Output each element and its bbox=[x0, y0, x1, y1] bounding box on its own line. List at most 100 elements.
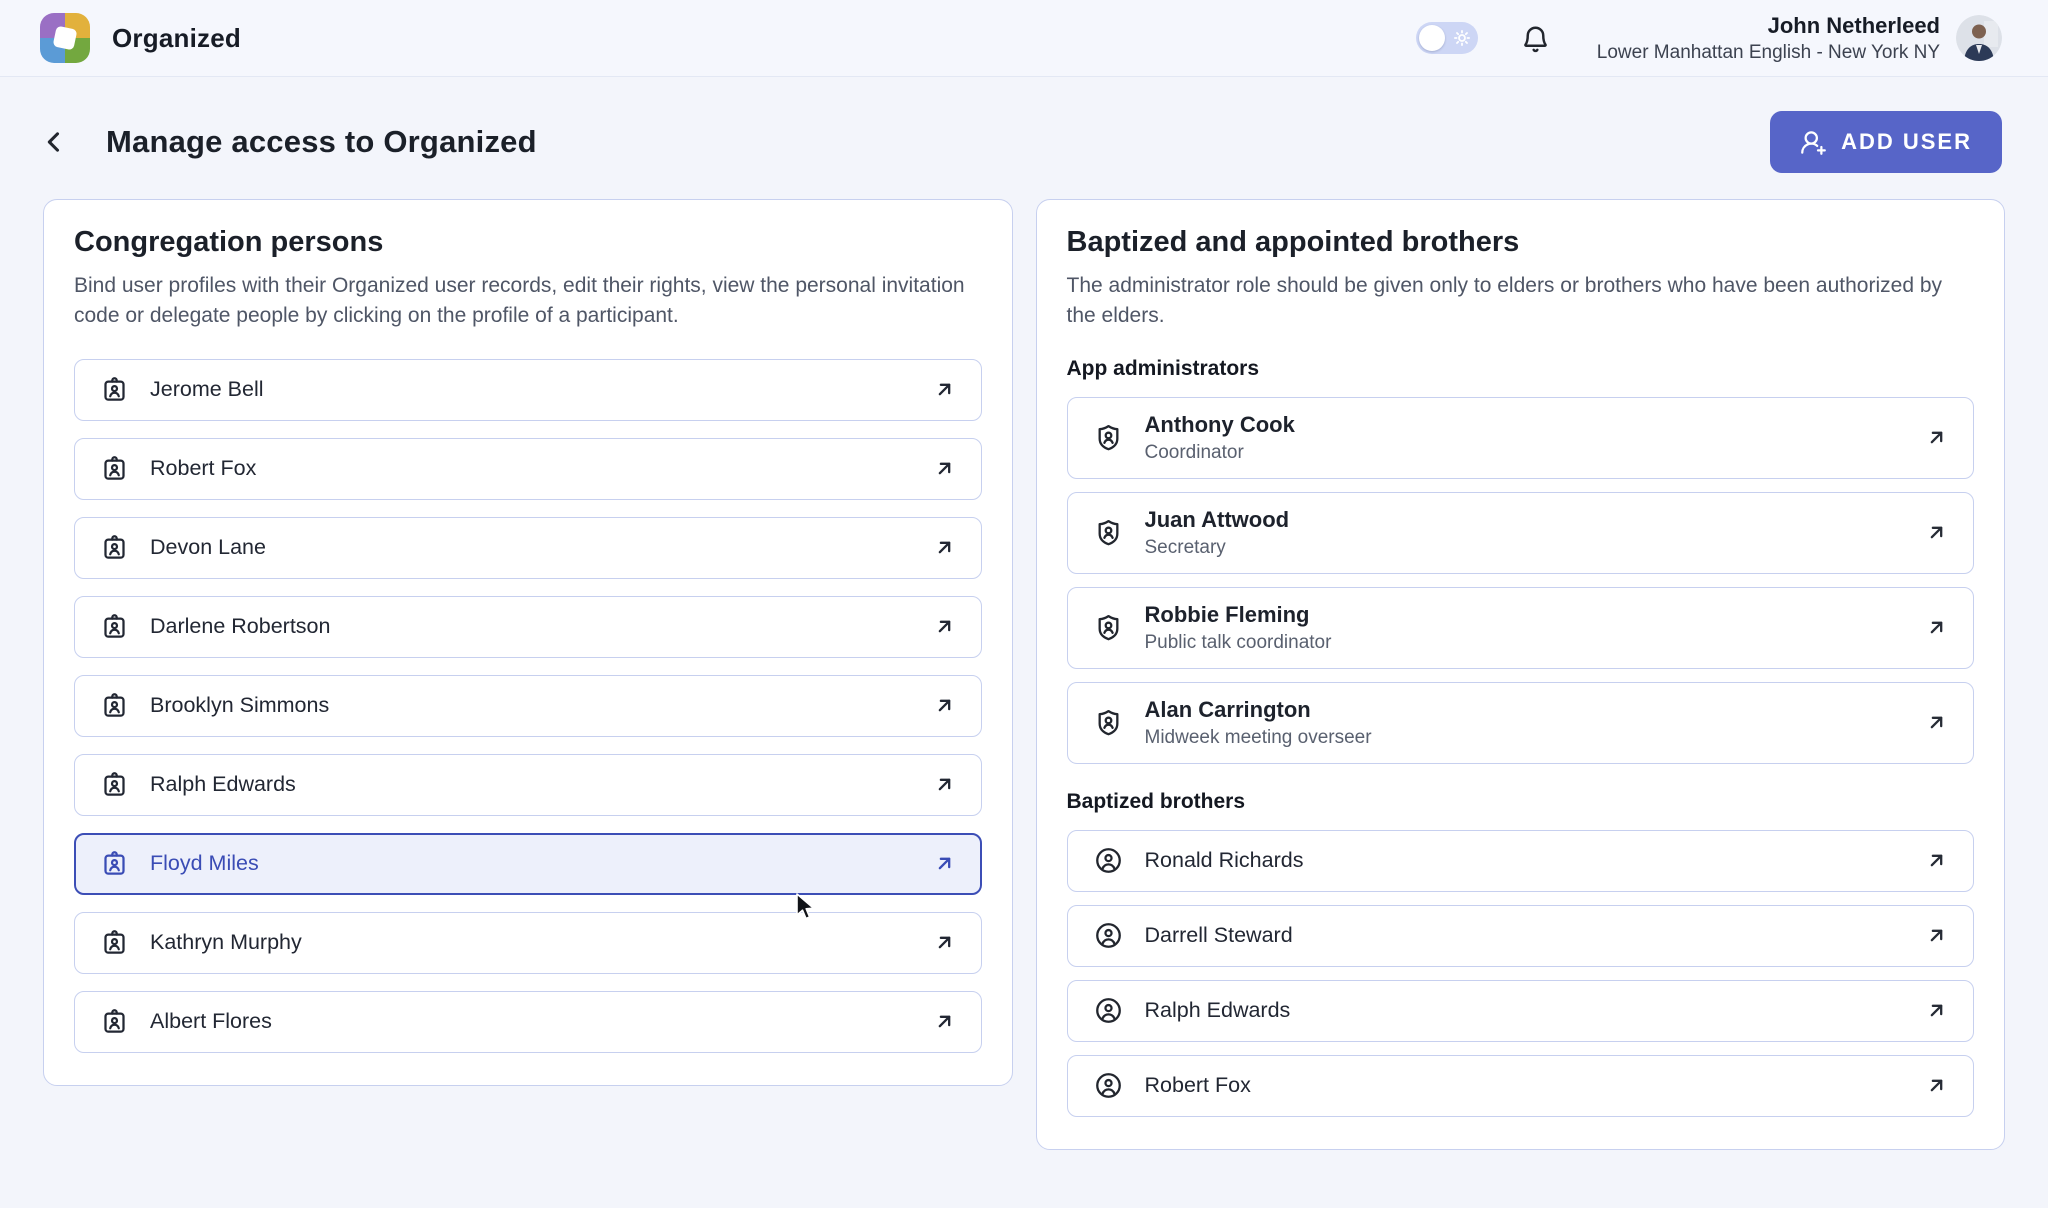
admins-list: Anthony Cook Coordinator Juan Attwood Se… bbox=[1067, 397, 1975, 764]
user-menu[interactable]: John Netherleed Lower Manhattan English … bbox=[1597, 13, 1940, 64]
arrow-up-right-icon bbox=[932, 377, 957, 402]
add-user-button[interactable]: ADD USER bbox=[1770, 111, 2002, 173]
person-name: Robert Fox bbox=[150, 456, 256, 481]
brother-name: Ronald Richards bbox=[1145, 848, 1304, 873]
bell-icon bbox=[1520, 23, 1551, 54]
app-name: Organized bbox=[112, 23, 241, 54]
user-congregation: Lower Manhattan English - New York NY bbox=[1597, 42, 1940, 64]
person-row[interactable]: Darlene Robertson bbox=[74, 596, 982, 658]
person-row-selected[interactable]: Floyd Miles bbox=[74, 833, 982, 895]
arrow-up-right-icon bbox=[1924, 1073, 1949, 1098]
admin-row[interactable]: Juan Attwood Secretary bbox=[1067, 492, 1975, 574]
sun-icon bbox=[1453, 29, 1471, 47]
admin-row[interactable]: Anthony Cook Coordinator bbox=[1067, 397, 1975, 479]
person-row[interactable]: Ralph Edwards bbox=[74, 754, 982, 816]
person-row[interactable]: Devon Lane bbox=[74, 517, 982, 579]
arrow-up-right-icon bbox=[1924, 848, 1949, 873]
shield-user-icon bbox=[1094, 423, 1123, 452]
persons-list: Jerome Bell Robert Fox Devon Lane Darlen… bbox=[74, 359, 982, 1053]
brother-row[interactable]: Ralph Edwards bbox=[1067, 980, 1975, 1042]
brother-row[interactable]: Darrell Steward bbox=[1067, 905, 1975, 967]
person-name: Floyd Miles bbox=[150, 851, 259, 876]
admin-name: Robbie Fleming bbox=[1145, 602, 1332, 628]
circle-user-icon bbox=[1094, 846, 1123, 875]
congregation-persons-panel: Congregation persons Bind user profiles … bbox=[43, 199, 1013, 1086]
person-row[interactable]: Albert Flores bbox=[74, 991, 982, 1053]
panel-title: Baptized and appointed brothers bbox=[1067, 226, 1975, 259]
organized-logo-icon bbox=[40, 13, 90, 63]
person-name: Darlene Robertson bbox=[150, 614, 330, 639]
contact-card-icon bbox=[101, 692, 128, 719]
admin-row[interactable]: Alan Carrington Midweek meeting overseer bbox=[1067, 682, 1975, 764]
shield-user-icon bbox=[1094, 708, 1123, 737]
admin-role: Midweek meeting overseer bbox=[1145, 727, 1372, 749]
arrow-up-right-icon bbox=[932, 1009, 957, 1034]
person-row[interactable]: Brooklyn Simmons bbox=[74, 675, 982, 737]
admin-name: Anthony Cook bbox=[1145, 412, 1295, 438]
page-title: Manage access to Organized bbox=[106, 124, 537, 160]
person-row[interactable]: Kathryn Murphy bbox=[74, 912, 982, 974]
contact-card-icon bbox=[101, 1008, 128, 1035]
panel-title: Congregation persons bbox=[74, 226, 982, 259]
add-user-label: ADD USER bbox=[1841, 129, 1972, 155]
arrow-up-right-icon bbox=[932, 535, 957, 560]
arrow-up-right-icon bbox=[932, 851, 957, 876]
logo-link[interactable]: Organized bbox=[40, 13, 241, 63]
contact-card-icon bbox=[101, 455, 128, 482]
content: Congregation persons Bind user profiles … bbox=[0, 199, 2048, 1150]
person-name: Devon Lane bbox=[150, 535, 266, 560]
contact-card-icon bbox=[101, 850, 128, 877]
brothers-list: Ronald Richards Darrell Steward Ralph Ed… bbox=[1067, 830, 1975, 1117]
arrow-up-right-icon bbox=[1924, 998, 1949, 1023]
arrow-up-right-icon bbox=[1924, 710, 1949, 735]
user-name: John Netherleed bbox=[1597, 13, 1940, 39]
person-name: Jerome Bell bbox=[150, 377, 264, 402]
page-title-bar: Manage access to Organized ADD USER bbox=[0, 111, 2048, 173]
arrow-up-right-icon bbox=[932, 693, 957, 718]
arrow-up-right-icon bbox=[1924, 923, 1949, 948]
person-name: Brooklyn Simmons bbox=[150, 693, 329, 718]
person-name: Albert Flores bbox=[150, 1009, 272, 1034]
avatar[interactable] bbox=[1956, 15, 2002, 61]
arrow-up-right-icon bbox=[932, 930, 957, 955]
circle-user-icon bbox=[1094, 996, 1123, 1025]
contact-card-icon bbox=[101, 771, 128, 798]
back-button[interactable] bbox=[40, 128, 68, 156]
appointed-brothers-panel: Baptized and appointed brothers The admi… bbox=[1036, 199, 2006, 1150]
person-row[interactable]: Jerome Bell bbox=[74, 359, 982, 421]
brother-name: Ralph Edwards bbox=[1145, 998, 1291, 1023]
circle-user-icon bbox=[1094, 1071, 1123, 1100]
arrow-up-right-icon bbox=[932, 614, 957, 639]
panel-description: Bind user profiles with their Organized … bbox=[74, 271, 982, 331]
admin-role: Coordinator bbox=[1145, 442, 1295, 464]
arrow-up-right-icon bbox=[1924, 615, 1949, 640]
brother-name: Robert Fox bbox=[1145, 1073, 1251, 1098]
admin-role: Public talk coordinator bbox=[1145, 632, 1332, 654]
app-administrators-label: App administrators bbox=[1067, 357, 1975, 381]
shield-user-icon bbox=[1094, 613, 1123, 642]
toggle-knob bbox=[1419, 25, 1445, 51]
person-name: Kathryn Murphy bbox=[150, 930, 302, 955]
contact-card-icon bbox=[101, 613, 128, 640]
theme-toggle[interactable] bbox=[1416, 22, 1478, 54]
panel-description: The administrator role should be given o… bbox=[1067, 271, 1975, 331]
admin-name: Alan Carrington bbox=[1145, 697, 1372, 723]
person-row[interactable]: Robert Fox bbox=[74, 438, 982, 500]
arrow-up-right-icon bbox=[1924, 425, 1949, 450]
contact-card-icon bbox=[101, 929, 128, 956]
chevron-left-icon bbox=[40, 128, 68, 156]
user-plus-icon bbox=[1800, 129, 1827, 156]
admin-name: Juan Attwood bbox=[1145, 507, 1290, 533]
notifications-button[interactable] bbox=[1520, 23, 1551, 54]
brother-row[interactable]: Robert Fox bbox=[1067, 1055, 1975, 1117]
circle-user-icon bbox=[1094, 921, 1123, 950]
arrow-up-right-icon bbox=[932, 456, 957, 481]
admin-role: Secretary bbox=[1145, 537, 1290, 559]
arrow-up-right-icon bbox=[1924, 520, 1949, 545]
brother-row[interactable]: Ronald Richards bbox=[1067, 830, 1975, 892]
admin-row[interactable]: Robbie Fleming Public talk coordinator bbox=[1067, 587, 1975, 669]
contact-card-icon bbox=[101, 534, 128, 561]
person-name: Ralph Edwards bbox=[150, 772, 296, 797]
brother-name: Darrell Steward bbox=[1145, 923, 1293, 948]
baptized-brothers-label: Baptized brothers bbox=[1067, 790, 1975, 814]
